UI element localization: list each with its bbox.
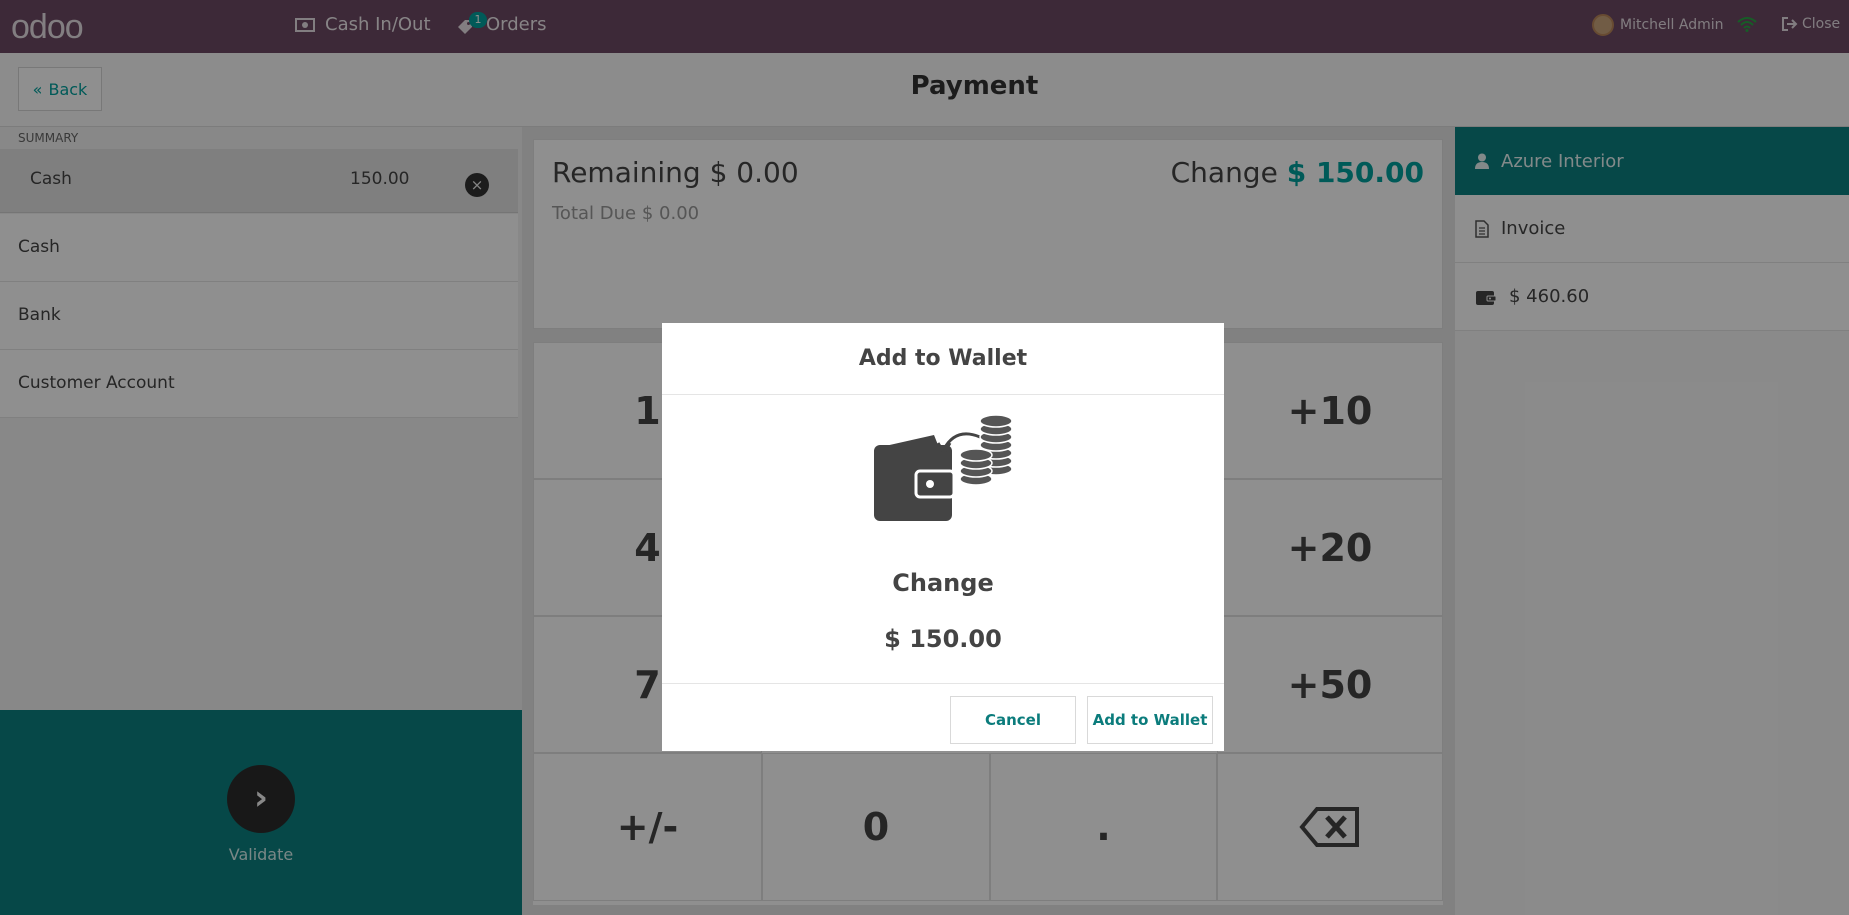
dialog-footer: Cancel Add to Wallet (662, 683, 1224, 751)
wallet-coins-icon (874, 414, 1013, 521)
dialog-change-amount: $ 150.00 (884, 625, 1002, 653)
dialog-title: Add to Wallet (662, 323, 1224, 395)
cancel-button[interactable]: Cancel (950, 696, 1076, 744)
add-to-wallet-dialog: Add to Wallet Change $ 150.00 Cancel Add… (662, 323, 1224, 751)
add-to-wallet-button[interactable]: Add to Wallet (1087, 696, 1213, 744)
dialog-change-label: Change (892, 569, 994, 597)
